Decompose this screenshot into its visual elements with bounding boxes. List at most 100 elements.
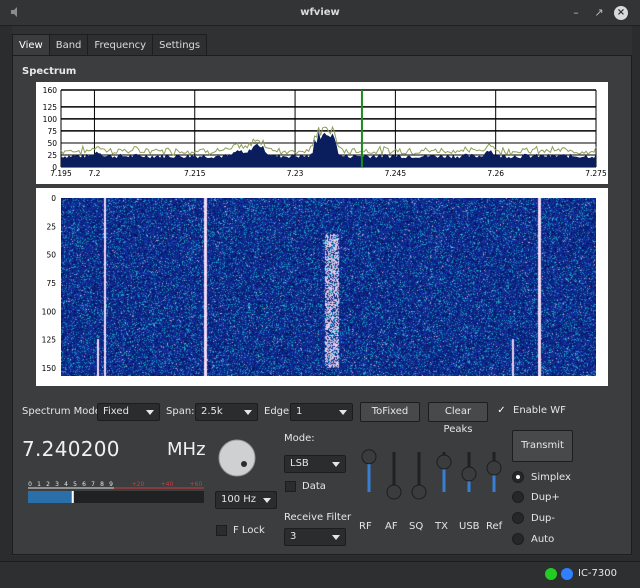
meter-scale-label: 6 — [82, 481, 86, 488]
meter-peak-marker — [71, 491, 74, 503]
duplex-dupminus-label: Dup- — [531, 512, 555, 524]
duplex-dupminus-radio[interactable]: Dup- — [512, 512, 555, 524]
tuning-step-select[interactable]: 100 Hz — [215, 491, 277, 509]
maximize-icon[interactable]: ↗ — [592, 6, 606, 20]
enable-wf-label: Enable WF — [513, 405, 566, 416]
edge-value: 1 — [296, 406, 303, 417]
frequency-display[interactable]: 7.240200 — [22, 437, 120, 461]
spectrum-mode-select[interactable]: Fixed — [97, 403, 160, 421]
tab-view[interactable]: View — [12, 34, 50, 56]
waterfall-plot[interactable]: 0 25 50 75 100 125 150 — [36, 188, 608, 386]
mode-value: LSB — [290, 458, 309, 469]
clear-peaks-button[interactable]: Clear Peaks — [428, 402, 488, 435]
close-icon[interactable]: × — [614, 6, 628, 20]
flock-checkbox[interactable]: F Lock — [216, 525, 265, 536]
slider-label-tx: TX — [435, 521, 448, 532]
chevron-down-icon — [146, 410, 154, 415]
spectrum-y-tick: 25 — [47, 151, 57, 160]
radio-icon — [512, 491, 524, 503]
spectrum-mode-label: Spectrum Mode: — [22, 406, 105, 417]
span-value: 2.5k — [201, 406, 223, 417]
duplex-simplex-radio[interactable]: Simplex — [512, 471, 571, 483]
slider-label-rf: RF — [359, 521, 372, 532]
status-led-green-icon — [545, 568, 557, 580]
receive-filter-label: Receive Filter — [284, 512, 352, 523]
duplex-dupplus-radio[interactable]: Dup+ — [512, 491, 560, 503]
flock-label: F Lock — [233, 525, 265, 536]
spectrum-x-tick: 7.245 — [385, 169, 407, 178]
slider-label-sq: SQ — [409, 521, 424, 532]
duplex-auto-label: Auto — [531, 533, 555, 545]
minimize-icon[interactable]: – — [569, 6, 583, 20]
radio-selected-icon — [512, 471, 524, 483]
meter-scale-label: 4 — [64, 481, 68, 488]
slider-handle[interactable] — [411, 484, 427, 500]
title-bar: wfview – ↗ × — [0, 0, 640, 26]
edge-select[interactable]: 1 — [290, 403, 353, 421]
tab-band[interactable]: Band — [48, 34, 89, 56]
spectrum-x-tick: 7.23 — [287, 169, 304, 178]
tab-frequency[interactable]: Frequency — [87, 34, 154, 56]
mode-label: Mode: — [284, 433, 315, 444]
mode-select[interactable]: LSB — [284, 455, 346, 473]
span-label: Span: — [166, 406, 195, 417]
chevron-down-icon — [339, 410, 347, 415]
meter-scale-label: 9 — [109, 481, 113, 488]
meter-scale-label: 8 — [100, 481, 104, 488]
slider-handle[interactable] — [486, 460, 502, 476]
data-checkbox[interactable]: Data — [285, 481, 326, 492]
spectrum-section-label: Spectrum — [22, 66, 77, 77]
slider-label-ref: Ref — [486, 521, 503, 532]
knob-indicator-icon — [241, 461, 247, 467]
edge-label: Edge — [264, 406, 290, 417]
checkbox-icon — [285, 481, 296, 492]
waterfall-y-tick: 50 — [46, 251, 56, 260]
receive-filter-value: 3 — [290, 531, 297, 542]
waterfall-y-tick: 100 — [42, 307, 57, 316]
radio-icon — [512, 512, 524, 524]
s-meter: 0 1 2 3 4 5 6 7 8 9 +20 +40 +60 — [28, 481, 204, 503]
status-led-blue-icon — [561, 568, 573, 580]
waterfall-y-tick: 25 — [46, 222, 56, 231]
enable-wf-checkbox[interactable]: ✓ Enable WF — [496, 405, 566, 416]
spectrum-x-tick: 7.215 — [184, 169, 206, 178]
meter-scale-label: 1 — [37, 481, 41, 488]
spectrum-x-tick: 7.2 — [88, 169, 100, 178]
tofixed-button[interactable]: ToFixed — [360, 402, 420, 422]
waterfall-axis: 0 25 50 75 100 125 150 — [42, 194, 57, 373]
spectrum-x-tick: 7.26 — [487, 169, 504, 178]
duplex-dupplus-label: Dup+ — [531, 491, 560, 503]
slider-handle[interactable] — [461, 466, 477, 482]
receive-filter-select[interactable]: 3 — [284, 528, 346, 546]
spectrum-x-tick: 7.275 — [585, 169, 607, 178]
spectrum-plot[interactable]: 160 125 100 75 50 25 0 7.195 7.2 7.215 7.23 7.245 7… — [36, 82, 608, 184]
meter-scale-label-red: +20 — [132, 481, 145, 488]
tuning-knob[interactable] — [217, 438, 257, 478]
slider-handle[interactable] — [436, 454, 452, 470]
tab-settings[interactable]: Settings — [152, 34, 208, 56]
duplex-auto-radio[interactable]: Auto — [512, 533, 554, 545]
slider-handle[interactable] — [361, 449, 377, 465]
radio-icon — [512, 533, 524, 545]
meter-scale-label-red: +60 — [190, 481, 203, 488]
spectrum-mode-value: Fixed — [103, 406, 129, 417]
spectrum-canvas[interactable]: 1601251007550250 7.195 7.2 7.215 7.23 7.245 7… — [36, 82, 608, 184]
chevron-down-icon — [263, 498, 271, 503]
meter-scale-label: 2 — [46, 481, 50, 488]
meter-scale-label: 3 — [55, 481, 59, 488]
frequency-unit: MHz — [167, 439, 206, 460]
radio-model-label: IC-7300 — [578, 568, 617, 579]
check-icon: ✓ — [497, 404, 506, 416]
slider-label-af: AF — [385, 521, 398, 532]
meter-scale-label: 0 — [28, 481, 32, 488]
slider-handle[interactable] — [386, 484, 402, 500]
status-bar — [0, 561, 640, 588]
data-label: Data — [302, 481, 326, 492]
waterfall-y-tick: 125 — [42, 336, 57, 345]
meter-scale-label-red: +40 — [161, 481, 174, 488]
spectrum-y-tick: 160 — [43, 86, 58, 95]
transmit-button[interactable]: Transmit — [512, 430, 573, 462]
span-select[interactable]: 2.5k — [195, 403, 258, 421]
chevron-down-icon — [332, 535, 340, 540]
spectrum-y-tick: 100 — [43, 115, 58, 124]
